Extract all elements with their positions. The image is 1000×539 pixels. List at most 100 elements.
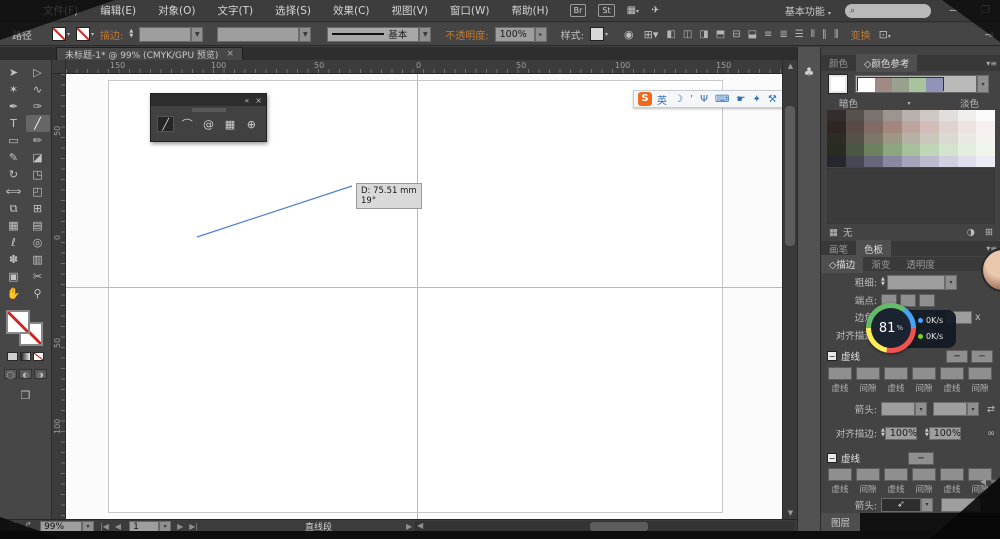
gradient-mode-button[interactable]: [20, 352, 31, 361]
vertical-scrollbar[interactable]: ▲ ▼: [782, 60, 797, 519]
line-segment-tool[interactable]: ╱: [26, 115, 50, 132]
ime-night-mode-icon[interactable]: ☽: [674, 94, 683, 105]
artboard-dropdown[interactable]: ▾: [159, 521, 171, 532]
pen-tool[interactable]: ✒: [2, 98, 26, 115]
dash-field[interactable]: [940, 367, 964, 380]
vertical-ruler[interactable]: 50050100: [52, 74, 66, 519]
stock-icon[interactable]: St: [598, 4, 614, 17]
close-panel-icon[interactable]: ×: [255, 96, 262, 105]
color-variation-cell[interactable]: [846, 110, 865, 121]
color-variation-cell[interactable]: [846, 133, 865, 144]
collapse-panel-icon[interactable]: «: [244, 96, 249, 105]
artboard-number-field[interactable]: 1: [129, 521, 159, 532]
export-icon[interactable]: ↱: [25, 521, 33, 531]
direct-selection-tool[interactable]: ▷: [26, 64, 50, 81]
ime-handwriting-icon[interactable]: ☛: [736, 94, 745, 105]
align-right-icon[interactable]: ◨: [699, 29, 708, 40]
align-bottom-icon[interactable]: ⬓: [748, 29, 757, 40]
artboard[interactable]: [108, 80, 723, 513]
color-variation-cell[interactable]: [864, 110, 883, 121]
color-variation-cell[interactable]: [920, 110, 939, 121]
save-to-swatches-icon[interactable]: ⊞: [985, 227, 993, 238]
curvature-tool[interactable]: ✑: [26, 98, 50, 115]
color-variation-cell[interactable]: [883, 144, 902, 155]
color-variation-cell[interactable]: [827, 110, 846, 121]
selection-tool[interactable]: ➤: [2, 64, 26, 81]
opacity-label[interactable]: 不透明度:: [445, 27, 488, 42]
color-variation-cell[interactable]: [864, 133, 883, 144]
close-document-icon[interactable]: ×: [226, 49, 234, 59]
weight-stepper[interactable]: ▲ ▼: [881, 277, 885, 287]
arrowhead-start-dropdown[interactable]: ▾: [921, 498, 933, 512]
drawing-mode-button[interactable]: ◐: [19, 369, 32, 379]
color-variation-cell[interactable]: [902, 156, 921, 167]
stroke-weight-label[interactable]: 描边:: [100, 27, 123, 42]
gap-field[interactable]: [856, 468, 880, 481]
menu-item[interactable]: 选择(S): [264, 0, 322, 22]
arrowhead-end-dropdown[interactable]: ▾: [967, 402, 979, 416]
align-left-icon[interactable]: ◧: [666, 29, 675, 40]
opacity-field[interactable]: 100%: [495, 27, 535, 42]
panel-side-arrow-icon[interactable]: ◀: [980, 477, 986, 486]
align-middle-icon[interactable]: ⊟: [732, 29, 740, 40]
color-variation-cell[interactable]: [827, 121, 846, 132]
color-variation-cell[interactable]: [827, 133, 846, 144]
base-color-swatch[interactable]: [829, 75, 847, 93]
minimize-button[interactable]: —: [945, 5, 963, 16]
color-variation-cell[interactable]: [902, 144, 921, 155]
color-variation-cell[interactable]: [902, 110, 921, 121]
dash-field[interactable]: [884, 367, 908, 380]
perspective-grid-tool[interactable]: ⊞: [26, 200, 50, 217]
distribute-bottom-icon[interactable]: ☰: [795, 29, 804, 40]
ime-toolbar[interactable]: S 英☽’Ψ⌨☛✦⚒: [633, 90, 782, 108]
limit-colors-icon[interactable]: ◑: [967, 227, 975, 238]
horizontal-scroll-thumb[interactable]: [590, 522, 648, 531]
status-expand-icon[interactable]: ▶: [406, 522, 412, 531]
distribute-left-icon[interactable]: ⫴: [811, 29, 815, 40]
color-variation-cell[interactable]: [864, 156, 883, 167]
symbol-sprayer-tool[interactable]: ✽: [2, 251, 26, 268]
color-variation-cell[interactable]: [939, 121, 958, 132]
color-variation-cell[interactable]: [883, 133, 902, 144]
dashed-line-checkbox[interactable]: −: [827, 453, 837, 463]
none-mode-button[interactable]: [33, 352, 44, 361]
dash-field[interactable]: [940, 468, 964, 481]
prev-artboard-button[interactable]: ◀: [115, 522, 121, 531]
swatch-group-icon[interactable]: ▦: [829, 227, 838, 238]
ime-soft-keyboard-icon[interactable]: ⌨: [715, 94, 729, 105]
color-variation-cell[interactable]: [864, 144, 883, 155]
weight-dropdown[interactable]: ▾: [945, 275, 957, 290]
fill-color-swatch[interactable]: [6, 310, 30, 334]
workspace-switcher[interactable]: 基本功能 ▾: [785, 3, 831, 18]
menu-item[interactable]: 文字(T): [207, 0, 265, 22]
ime-mic-icon[interactable]: Ψ: [700, 94, 708, 105]
color-variation-cell[interactable]: [846, 144, 865, 155]
color-variation-cell[interactable]: [827, 156, 846, 167]
color-variation-cell[interactable]: [958, 110, 977, 121]
color-variation-cell[interactable]: [920, 156, 939, 167]
document-tab[interactable]: 未标题-1* @ 99% (CMYK/GPU 预览) ×: [56, 47, 243, 60]
gradient-tool[interactable]: ▤: [26, 217, 50, 234]
menu-item[interactable]: 窗口(W): [439, 0, 501, 22]
ime-skin-icon[interactable]: ✦: [752, 94, 760, 105]
eraser-tool[interactable]: ◪: [26, 149, 50, 166]
weight-field[interactable]: [887, 275, 945, 290]
dash-preserve-button[interactable]: ┅: [908, 452, 934, 465]
tab-transparency[interactable]: 透明度: [898, 255, 943, 273]
color-variation-cell[interactable]: [976, 144, 995, 155]
color-variation-cell[interactable]: [902, 121, 921, 132]
distribute-center-icon[interactable]: ∥: [822, 29, 827, 40]
panel-side-menu-icon[interactable]: ≡: [990, 477, 997, 486]
share-icon[interactable]: ✈: [651, 5, 659, 16]
scroll-down-icon[interactable]: ▼: [783, 509, 798, 517]
transform-panel-link[interactable]: 变换: [851, 27, 871, 42]
docked-panel-icon[interactable]: ♣: [798, 65, 820, 79]
arrowhead-end-field[interactable]: [941, 498, 981, 512]
rect-grid-tool[interactable]: ▦: [221, 116, 238, 132]
color-variation-cell[interactable]: [976, 110, 995, 121]
width-tool[interactable]: ⟺: [2, 183, 26, 200]
variation-menu-icon[interactable]: ▾: [907, 100, 910, 107]
tab-stroke[interactable]: ◇描边: [821, 255, 863, 273]
color-mode-button[interactable]: [7, 352, 18, 361]
color-variation-cell[interactable]: [958, 144, 977, 155]
